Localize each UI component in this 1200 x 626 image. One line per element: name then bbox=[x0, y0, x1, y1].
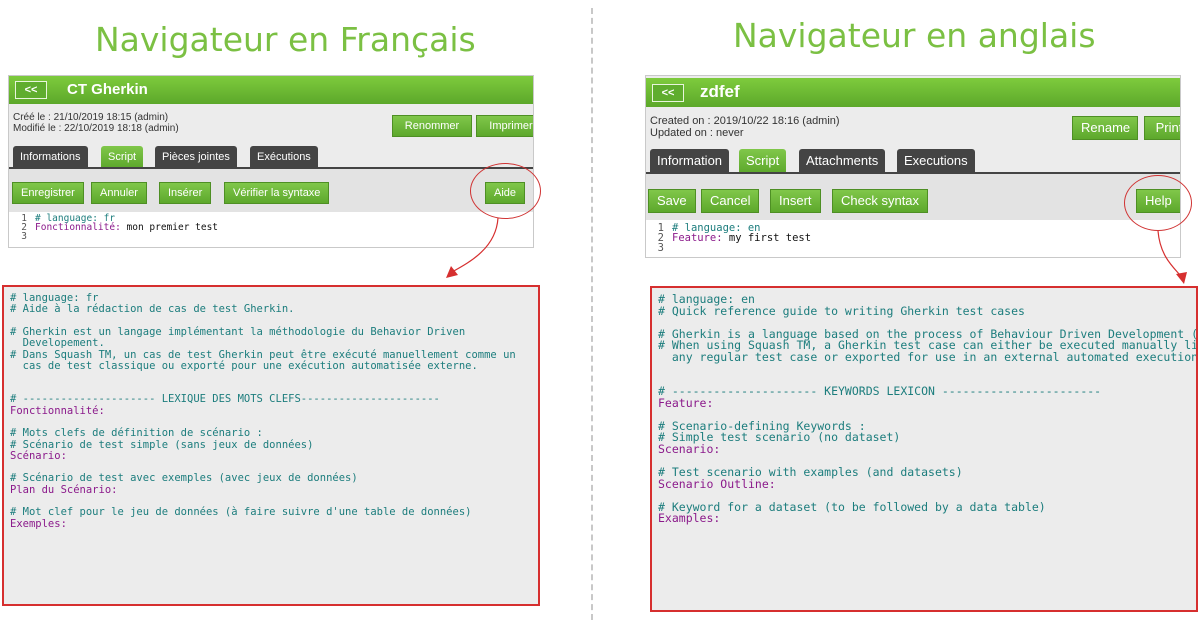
script-editor[interactable]: 1 # language: fr 2 Fonctionnalité: mon pre… bbox=[9, 212, 533, 247]
back-button[interactable]: << bbox=[652, 84, 684, 102]
back-button[interactable]: << bbox=[15, 81, 47, 99]
tab-informations[interactable]: Informations bbox=[13, 146, 88, 168]
arrow-head-en bbox=[1176, 272, 1187, 284]
test-case-title: zdfef bbox=[700, 82, 740, 101]
help-line: Fonctionnalité: bbox=[10, 404, 105, 417]
help-line: # Mots clefs de définition de scénario : bbox=[10, 427, 263, 440]
help-panel-english: # language: en # Quick reference guide to… bbox=[650, 286, 1198, 612]
editor-line: 2 Fonctionnalité: mon premier test bbox=[21, 222, 219, 233]
tab-executions[interactable]: Exécutions bbox=[250, 146, 318, 168]
cancel-button[interactable]: Annuler bbox=[91, 182, 147, 204]
help-line: Developement. bbox=[10, 337, 105, 350]
save-button[interactable]: Save bbox=[648, 189, 696, 213]
help-line: Scénario: bbox=[10, 450, 67, 463]
help-line bbox=[10, 372, 538, 383]
save-button[interactable]: Enregistrer bbox=[12, 182, 84, 204]
help-line: Plan du Scénario: bbox=[10, 483, 118, 496]
annotation-circle-help-fr bbox=[470, 163, 541, 219]
editor-line: 2 Feature: my first test bbox=[657, 232, 812, 244]
arrow-head-fr bbox=[446, 266, 458, 278]
help-line: # Scénario de test simple (sans jeux de … bbox=[10, 438, 314, 451]
help-line: # Mot clef pour le jeu de données (à fai… bbox=[10, 506, 472, 519]
help-line: Feature: bbox=[658, 395, 714, 410]
help-line: Scenario: bbox=[658, 442, 721, 457]
editor-line: 3 bbox=[657, 242, 664, 254]
help-line: Exemples: bbox=[10, 517, 67, 530]
help-line bbox=[658, 364, 1196, 375]
help-line: Examples: bbox=[658, 511, 721, 526]
tab-script[interactable]: Script bbox=[739, 149, 787, 173]
titlebar: << CT Gherkin bbox=[9, 76, 533, 104]
print-button[interactable]: Imprimer bbox=[476, 115, 533, 137]
help-panel-french: # language: fr # Aide à la rédaction de c… bbox=[2, 285, 540, 606]
help-line: # --------------------- KEYWORDS LEXICON… bbox=[658, 383, 1102, 398]
tab-attachments[interactable]: Pièces jointes bbox=[155, 146, 237, 168]
print-button[interactable]: Print bbox=[1144, 116, 1180, 140]
tab-attachments[interactable]: Attachments bbox=[799, 149, 886, 173]
insert-button[interactable]: Insérer bbox=[159, 182, 212, 204]
annotation-circle-help-en bbox=[1124, 175, 1192, 231]
check-syntax-button[interactable]: Vérifier la syntaxe bbox=[224, 182, 330, 204]
heading-english: Navigateur en anglais bbox=[733, 16, 1096, 55]
app-window-french: << CT Gherkin Créé le : 21/10/2019 18:15… bbox=[8, 75, 534, 248]
center-divider bbox=[591, 8, 593, 620]
modified-info: Modifié le : 22/10/2019 18:18 (admin) bbox=[13, 123, 179, 134]
tab-executions[interactable]: Executions bbox=[897, 149, 975, 173]
help-line: # Keyword for a dataset (to be followed … bbox=[658, 499, 1046, 514]
rename-button[interactable]: Renommer bbox=[392, 115, 472, 137]
metadata: Créé le : 21/10/2019 18:15 (admin) Modif… bbox=[13, 112, 179, 134]
help-line: # Simple test scenario (no dataset) bbox=[658, 430, 901, 445]
rename-button[interactable]: Rename bbox=[1072, 116, 1138, 140]
modified-info: Updated on : never bbox=[650, 127, 744, 139]
titlebar: << zdfef bbox=[646, 78, 1180, 107]
editor-line: 3 bbox=[21, 231, 27, 242]
insert-button[interactable]: Insert bbox=[770, 189, 821, 213]
metadata: Created on : 2019/10/22 18:16 (admin) Up… bbox=[650, 115, 840, 139]
app-window-english: << zdfef Created on : 2019/10/22 18:16 (… bbox=[645, 75, 1181, 258]
created-info: Created on : 2019/10/22 18:16 (admin) bbox=[650, 115, 840, 127]
help-line: any regular test case or exported for us… bbox=[658, 350, 1198, 365]
cancel-button[interactable]: Cancel bbox=[701, 189, 760, 213]
help-line: # Quick reference guide to writing Gherk… bbox=[658, 303, 1025, 318]
created-info: Créé le : 21/10/2019 18:15 (admin) bbox=[13, 112, 169, 123]
help-line: cas de test classique ou exporté pour un… bbox=[10, 360, 478, 373]
test-case-title: CT Gherkin bbox=[67, 81, 148, 98]
help-line: # Aide à la rédaction de cas de test Ghe… bbox=[10, 303, 295, 316]
check-syntax-button[interactable]: Check syntax bbox=[832, 189, 929, 213]
tab-information[interactable]: Information bbox=[650, 149, 730, 173]
tab-script[interactable]: Script bbox=[101, 146, 144, 168]
help-line: Scenario Outline: bbox=[658, 476, 776, 491]
heading-french: Navigateur en Français bbox=[95, 20, 476, 59]
script-editor[interactable]: 1 # language: en 2 Feature: my first test … bbox=[646, 220, 1180, 257]
